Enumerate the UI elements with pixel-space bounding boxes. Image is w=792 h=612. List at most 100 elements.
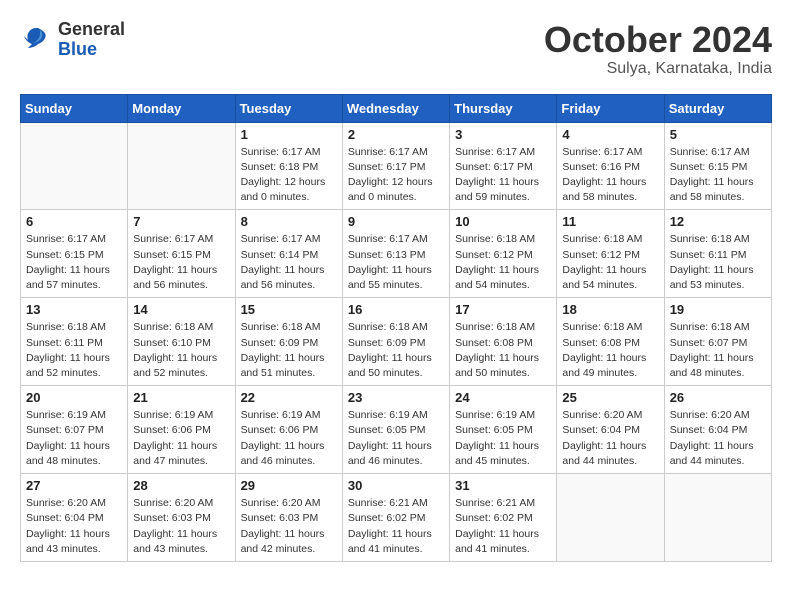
day-number: 7 — [133, 214, 229, 229]
day-number: 15 — [241, 302, 337, 317]
day-number: 1 — [241, 127, 337, 142]
day-cell: 15 Sunrise: 6:18 AM Sunset: 6:09 PM Dayli… — [235, 298, 342, 386]
day-info: Sunrise: 6:17 AM Sunset: 6:17 PM Dayligh… — [455, 145, 551, 206]
day-cell: 28 Sunrise: 6:20 AM Sunset: 6:03 PM Dayli… — [128, 474, 235, 562]
day-info: Sunrise: 6:19 AM Sunset: 6:06 PM Dayligh… — [133, 408, 229, 469]
day-cell: 11 Sunrise: 6:18 AM Sunset: 6:12 PM Dayli… — [557, 210, 664, 298]
day-cell: 30 Sunrise: 6:21 AM Sunset: 6:02 PM Dayli… — [342, 474, 449, 562]
day-cell: 25 Sunrise: 6:20 AM Sunset: 6:04 PM Dayli… — [557, 386, 664, 474]
day-cell: 16Sunrise: 6:18 AM Sunset: 6:09 PM Dayli… — [342, 298, 449, 386]
day-number: 28 — [133, 478, 229, 493]
day-info: Sunrise: 6:18 AM Sunset: 6:11 PM Dayligh… — [670, 232, 766, 293]
day-cell: 9Sunrise: 6:17 AM Sunset: 6:13 PM Daylig… — [342, 210, 449, 298]
header-cell-monday: Monday — [128, 94, 235, 122]
day-info: Sunrise: 6:20 AM Sunset: 6:03 PM Dayligh… — [133, 496, 229, 557]
header-row: SundayMondayTuesdayWednesdayThursdayFrid… — [21, 94, 772, 122]
header-cell-sunday: Sunday — [21, 94, 128, 122]
day-number: 12 — [670, 214, 766, 229]
page-header: General Blue October 2024 Sulya, Karnata… — [20, 20, 772, 78]
day-info: Sunrise: 6:18 AM Sunset: 6:07 PM Dayligh… — [670, 320, 766, 381]
day-number: 30 — [348, 478, 444, 493]
month-title: October 2024 — [544, 20, 772, 60]
week-row-1: 1 Sunrise: 6:17 AM Sunset: 6:18 PM Daylig… — [21, 122, 772, 210]
day-info: Sunrise: 6:17 AM Sunset: 6:15 PM Dayligh… — [670, 145, 766, 206]
day-cell: 10 Sunrise: 6:18 AM Sunset: 6:12 PM Dayli… — [450, 210, 557, 298]
day-info: Sunrise: 6:20 AM Sunset: 6:04 PM Dayligh… — [562, 408, 658, 469]
day-cell: 1 Sunrise: 6:17 AM Sunset: 6:18 PM Daylig… — [235, 122, 342, 210]
day-info: Sunrise: 6:18 AM Sunset: 6:10 PM Dayligh… — [133, 320, 229, 381]
header-cell-saturday: Saturday — [664, 94, 771, 122]
day-cell: 6 Sunrise: 6:17 AM Sunset: 6:15 PM Daylig… — [21, 210, 128, 298]
day-cell: 21Sunrise: 6:19 AM Sunset: 6:06 PM Dayli… — [128, 386, 235, 474]
day-cell: 27 Sunrise: 6:20 AM Sunset: 6:04 PM Dayli… — [21, 474, 128, 562]
day-info: Sunrise: 6:19 AM Sunset: 6:06 PM Dayligh… — [241, 408, 337, 469]
header-cell-friday: Friday — [557, 94, 664, 122]
title-block: October 2024 Sulya, Karnataka, India — [544, 20, 772, 78]
day-number: 27 — [26, 478, 122, 493]
day-number: 10 — [455, 214, 551, 229]
day-cell — [128, 122, 235, 210]
day-info: Sunrise: 6:21 AM Sunset: 6:02 PM Dayligh… — [348, 496, 444, 557]
day-cell: 23Sunrise: 6:19 AM Sunset: 6:05 PM Dayli… — [342, 386, 449, 474]
day-info: Sunrise: 6:17 AM Sunset: 6:17 PM Dayligh… — [348, 145, 444, 206]
day-number: 13 — [26, 302, 122, 317]
day-cell: 3 Sunrise: 6:17 AM Sunset: 6:17 PM Daylig… — [450, 122, 557, 210]
day-cell: 18Sunrise: 6:18 AM Sunset: 6:08 PM Dayli… — [557, 298, 664, 386]
day-cell: 7Sunrise: 6:17 AM Sunset: 6:15 PM Daylig… — [128, 210, 235, 298]
day-info: Sunrise: 6:17 AM Sunset: 6:14 PM Dayligh… — [241, 232, 337, 293]
day-cell: 4 Sunrise: 6:17 AM Sunset: 6:16 PM Daylig… — [557, 122, 664, 210]
day-info: Sunrise: 6:17 AM Sunset: 6:16 PM Dayligh… — [562, 145, 658, 206]
day-info: Sunrise: 6:17 AM Sunset: 6:18 PM Dayligh… — [241, 145, 337, 206]
logo-text: General Blue — [58, 20, 125, 60]
header-cell-wednesday: Wednesday — [342, 94, 449, 122]
day-number: 16 — [348, 302, 444, 317]
day-number: 11 — [562, 214, 658, 229]
day-cell: 24Sunrise: 6:19 AM Sunset: 6:05 PM Dayli… — [450, 386, 557, 474]
location-title: Sulya, Karnataka, India — [544, 60, 772, 78]
day-cell: 8 Sunrise: 6:17 AM Sunset: 6:14 PM Daylig… — [235, 210, 342, 298]
day-number: 23 — [348, 390, 444, 405]
day-info: Sunrise: 6:17 AM Sunset: 6:15 PM Dayligh… — [26, 232, 122, 293]
day-cell — [664, 474, 771, 562]
day-info: Sunrise: 6:18 AM Sunset: 6:12 PM Dayligh… — [455, 232, 551, 293]
week-row-2: 6 Sunrise: 6:17 AM Sunset: 6:15 PM Daylig… — [21, 210, 772, 298]
day-cell: 20 Sunrise: 6:19 AM Sunset: 6:07 PM Dayli… — [21, 386, 128, 474]
day-cell — [21, 122, 128, 210]
day-info: Sunrise: 6:19 AM Sunset: 6:07 PM Dayligh… — [26, 408, 122, 469]
day-cell: 29Sunrise: 6:20 AM Sunset: 6:03 PM Dayli… — [235, 474, 342, 562]
day-cell: 5 Sunrise: 6:17 AM Sunset: 6:15 PM Daylig… — [664, 122, 771, 210]
day-number: 31 — [455, 478, 551, 493]
day-info: Sunrise: 6:18 AM Sunset: 6:12 PM Dayligh… — [562, 232, 658, 293]
day-info: Sunrise: 6:18 AM Sunset: 6:09 PM Dayligh… — [241, 320, 337, 381]
logo: General Blue — [20, 20, 125, 60]
day-info: Sunrise: 6:18 AM Sunset: 6:08 PM Dayligh… — [562, 320, 658, 381]
day-cell — [557, 474, 664, 562]
day-info: Sunrise: 6:20 AM Sunset: 6:04 PM Dayligh… — [670, 408, 766, 469]
day-number: 3 — [455, 127, 551, 142]
day-number: 17 — [455, 302, 551, 317]
day-info: Sunrise: 6:20 AM Sunset: 6:04 PM Dayligh… — [26, 496, 122, 557]
day-number: 29 — [241, 478, 337, 493]
day-number: 14 — [133, 302, 229, 317]
day-cell: 26 Sunrise: 6:20 AM Sunset: 6:04 PM Dayli… — [664, 386, 771, 474]
day-cell: 31 Sunrise: 6:21 AM Sunset: 6:02 PM Dayli… — [450, 474, 557, 562]
day-cell: 22 Sunrise: 6:19 AM Sunset: 6:06 PM Dayli… — [235, 386, 342, 474]
logo-icon — [20, 24, 52, 56]
week-row-3: 13Sunrise: 6:18 AM Sunset: 6:11 PM Dayli… — [21, 298, 772, 386]
day-cell: 13Sunrise: 6:18 AM Sunset: 6:11 PM Dayli… — [21, 298, 128, 386]
day-number: 19 — [670, 302, 766, 317]
day-number: 8 — [241, 214, 337, 229]
week-row-4: 20 Sunrise: 6:19 AM Sunset: 6:07 PM Dayli… — [21, 386, 772, 474]
day-number: 5 — [670, 127, 766, 142]
day-number: 6 — [26, 214, 122, 229]
header-cell-thursday: Thursday — [450, 94, 557, 122]
day-number: 25 — [562, 390, 658, 405]
day-number: 4 — [562, 127, 658, 142]
week-row-5: 27 Sunrise: 6:20 AM Sunset: 6:04 PM Dayli… — [21, 474, 772, 562]
day-number: 22 — [241, 390, 337, 405]
day-number: 24 — [455, 390, 551, 405]
day-number: 20 — [26, 390, 122, 405]
day-info: Sunrise: 6:21 AM Sunset: 6:02 PM Dayligh… — [455, 496, 551, 557]
day-cell: 2Sunrise: 6:17 AM Sunset: 6:17 PM Daylig… — [342, 122, 449, 210]
day-number: 26 — [670, 390, 766, 405]
